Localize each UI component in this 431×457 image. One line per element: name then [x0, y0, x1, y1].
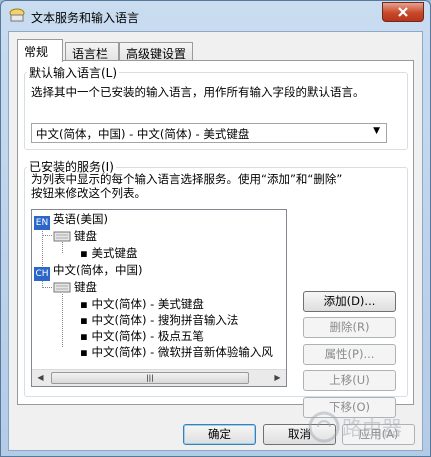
add-button[interactable]: 添加(D)... — [303, 291, 396, 312]
tree-node-label: 键盘 — [74, 280, 97, 294]
tree-node-label: 中文(简体，中国) — [53, 263, 143, 277]
tab-language-bar[interactable]: 语言栏 — [65, 42, 119, 61]
tab-general[interactable]: 常规 — [17, 39, 63, 62]
tree-node-keyboard-item[interactable]: ▪ 中文(简体) - 美式键盘 — [80, 296, 204, 312]
default-language-description: 选择其中一个已安装的输入语言，用作所有输入字段的默认语言。 — [31, 85, 365, 99]
close-button[interactable] — [382, 2, 424, 22]
properties-button[interactable]: 属性(P)... — [303, 344, 396, 365]
bullet-icon: ▪ — [80, 297, 92, 311]
tree-connector — [42, 287, 52, 288]
tree-node-keyboard-item[interactable]: ▪ 中文(简体) - 搜狗拼音输入法 — [80, 312, 238, 328]
tree-connector — [62, 294, 63, 347]
scroll-left-icon[interactable]: ◀ — [32, 370, 49, 386]
tree-node-keyboard-group[interactable]: 键盘 — [53, 228, 97, 244]
dropdown-arrow-icon: ▼ — [373, 126, 380, 136]
tab-panel-general: 默认输入语言(L) 选择其中一个已安装的输入语言，用作所有输入字段的默认语言。 … — [17, 60, 414, 418]
tree-connector — [42, 235, 52, 236]
watermark-text: 路由器 — [342, 416, 402, 440]
dialog-window: 文本服务和输入语言 常规 语言栏 高级键设置 默认输入语言(L) 选择其中一个已… — [0, 0, 431, 457]
installed-services-description-1: 为列表中显示的每个输入语言选择服务。使用“添加”和“删除” — [31, 172, 343, 186]
remove-button[interactable]: 删除(R) — [303, 317, 396, 338]
tree-node-keyboard-item[interactable]: ▪ 中文(简体) - 极点五笔 — [80, 328, 204, 344]
title-bar[interactable]: 文本服务和输入语言 — [1, 1, 430, 31]
tree-node-label: 中文(简体) - 美式键盘 — [91, 297, 204, 311]
installed-services-description-2: 按钮来修改这个列表。 — [31, 186, 146, 200]
tree-node-keyboard-item[interactable]: ▪ 美式键盘 — [80, 245, 137, 261]
tree-node-label: 中文(简体) - 搜狗拼音输入法 — [91, 313, 239, 327]
keyboard-icon — [53, 282, 71, 293]
ok-button[interactable]: 确定 — [183, 424, 256, 445]
bullet-icon: ▪ — [80, 313, 92, 327]
tree-node-label: 美式键盘 — [91, 246, 138, 260]
language-badge-en: EN — [34, 216, 50, 230]
bullet-icon: ▪ — [80, 329, 92, 343]
tree-node-language-ch[interactable]: CH 中文(简体，中国) — [34, 262, 143, 281]
scroll-thumb[interactable]: ||| — [51, 372, 249, 384]
dialog-client-area: 常规 语言栏 高级键设置 默认输入语言(L) 选择其中一个已安装的输入语言，用作… — [8, 31, 423, 451]
tree-node-label: 中文(简体) - 微软拼音新体验输入风 — [91, 345, 273, 359]
keyboard-icon — [53, 231, 71, 242]
tab-advanced-key-settings[interactable]: 高级键设置 — [119, 42, 193, 61]
installed-services-tree[interactable]: EN 英语(美国) 键盘 ▪ 美式键盘 CH 中文(简体，中国) 键盘 ▪ 中文(简… — [31, 209, 287, 387]
tree-connector — [42, 226, 43, 266]
tree-node-label: 英语(美国) — [53, 212, 108, 226]
keyboard-app-icon — [9, 8, 25, 22]
watermark-logo: 路由器 — [308, 410, 416, 444]
scroll-right-icon[interactable]: ▶ — [269, 370, 286, 386]
default-language-label: 默认输入语言(L) — [27, 64, 120, 81]
tree-node-language-en[interactable]: EN 英语(美国) — [34, 211, 108, 230]
router-logo-icon: 路由器 — [308, 411, 402, 443]
close-icon — [398, 7, 408, 17]
bullet-icon: ▪ — [80, 345, 92, 359]
language-badge-ch: CH — [34, 267, 50, 281]
bullet-icon: ▪ — [80, 246, 92, 260]
tree-node-keyboard-item[interactable]: ▪ 中文(简体) - 微软拼音新体验输入风 — [80, 344, 273, 360]
tree-node-keyboard-group[interactable]: 键盘 — [53, 279, 97, 295]
tree-node-label: 键盘 — [74, 229, 97, 243]
default-language-selected: 中文(简体，中国) - 中文(简体) - 美式键盘 — [36, 127, 250, 141]
default-language-select[interactable]: 中文(简体，中国) - 中文(简体) - 美式键盘 ▼ — [31, 123, 387, 143]
tree-node-label: 中文(简体) - 极点五笔 — [91, 329, 204, 343]
window-title: 文本服务和输入语言 — [31, 11, 140, 25]
horizontal-scrollbar[interactable]: ◀ ||| ▶ — [32, 369, 286, 386]
move-up-button[interactable]: 上移(U) — [303, 370, 396, 391]
